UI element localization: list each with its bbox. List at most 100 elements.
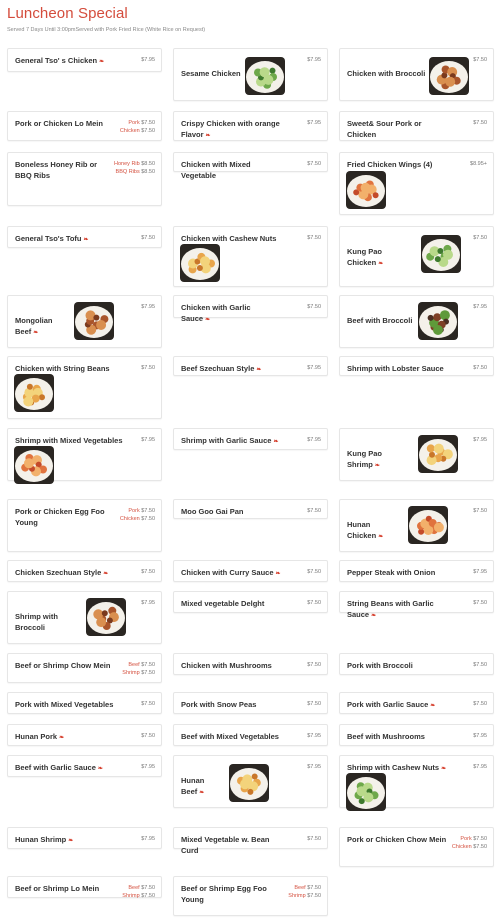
menu-item-pork-mixed-vegetables[interactable]: Pork with Mixed Vegetables $7.50: [7, 692, 162, 714]
menu-item-chicken-mushrooms[interactable]: Chicken with Mushrooms $7.50: [173, 653, 328, 675]
item-name-text: Chicken with Mushrooms: [181, 661, 272, 670]
pepper-icon: ❧: [273, 439, 279, 445]
price-label: Pork: [128, 120, 140, 126]
menu-item-pork-with-broccoli[interactable]: Pork with Broccoli $7.50: [339, 653, 494, 675]
menu-item-shrimp-lobster-sauce[interactable]: Shrimp with Lobster Sauce $7.50: [339, 356, 494, 376]
price-line: $7.95: [473, 437, 487, 445]
menu-item-beef-with-broccoli[interactable]: Beef with Broccoli $7.95: [339, 295, 494, 348]
menu-item-chicken-szechuan[interactable]: Chicken Szechuan Style ❧ $7.50: [7, 560, 162, 582]
pepper-icon: ❧: [103, 571, 109, 577]
pepper-icon: ❧: [99, 59, 105, 65]
menu-item-general-tsos-tofu[interactable]: General Tso's Tofu ❧ $7.50: [7, 226, 162, 248]
price-value: $7.50: [307, 701, 321, 707]
menu-item-string-beans-garlic[interactable]: String Beans with Garlic Sauce ❧ $7.50: [339, 591, 494, 619]
price-value: $7.95: [141, 57, 155, 63]
price-value: $7.50: [307, 569, 321, 575]
price-line: $7.50: [307, 304, 321, 312]
item-name-text: Hunan Shrimp: [15, 835, 67, 844]
price-value: $7.95: [141, 437, 155, 443]
menu-item-chicken-mixed-vegetable[interactable]: Chicken with Mixed Vegetable $7.50: [173, 152, 328, 180]
menu-item-mongolian-beef[interactable]: Mongolian Beef ❧ $7.95: [7, 295, 162, 348]
item-name-text: Chicken Szechuan Style: [15, 568, 102, 577]
menu-item-mixed-vegetable-bean-curd[interactable]: Mixed Vegetable w. Bean Curd $7.50: [173, 827, 328, 855]
menu-item-general-tsos-chicken[interactable]: General Tso' s Chicken ❧ $7.95: [7, 48, 162, 72]
item-name: Beef or Shrimp Lo Mein: [15, 884, 115, 895]
item-name: Kung Pao Chicken ❧: [347, 247, 418, 269]
menu-item-hunan-chicken[interactable]: Hunan Chicken ❧ $7.50: [339, 499, 494, 552]
menu-item-shrimp-with-broccoli[interactable]: Shrimp with Broccoli $7.95: [7, 591, 162, 644]
item-name-text: Fried Chicken Wings (4): [347, 160, 433, 169]
menu-item-pork-or-chicken-lo-mein[interactable]: Pork or Chicken Lo Mein Pork $7.50 Chicken…: [7, 111, 162, 141]
item-name: Shrimp with Garlic Sauce ❧: [181, 436, 281, 448]
item-name-text: Pork or Chicken Chow Mein: [347, 835, 447, 844]
menu-item-chicken-with-broccoli[interactable]: Chicken with Broccoli $7.50: [339, 48, 494, 101]
dish-photo: [14, 446, 54, 484]
item-name-text: Chicken with Broccoli: [347, 69, 426, 78]
item-price: $7.95: [473, 569, 487, 577]
menu-item-shrimp-mixed-vegetables[interactable]: Shrimp with Mixed Vegetables $7.95: [7, 428, 162, 484]
menu-item-pork-chicken-chow-mein[interactable]: Pork or Chicken Chow Mein Pork $7.50 Chick…: [339, 827, 494, 867]
item-name: Pork with Garlic Sauce ❧: [347, 700, 447, 712]
menu-item-beef-shrimp-lo-mein[interactable]: Beef or Shrimp Lo Mein Beef $7.50 Shrimp $…: [7, 876, 162, 899]
price-line: $7.50: [141, 365, 155, 373]
menu-item-pork-snow-peas[interactable]: Pork with Snow Peas $7.50: [173, 692, 328, 714]
menu-item-sesame-chicken[interactable]: Sesame Chicken $7.95: [173, 48, 328, 101]
menu-item-chicken-garlic-sauce[interactable]: Chicken with Garlic Sauce ❧ $7.50: [173, 295, 328, 323]
item-price: $7.95: [141, 764, 155, 772]
menu-item-beef-mixed-vegetables[interactable]: Beef with Mixed Vegetables $7.95: [173, 724, 328, 746]
price-value: $8.95+: [470, 161, 487, 167]
menu-item-kung-pao-shrimp[interactable]: Kung Pao Shrimp ❧ $7.95: [339, 428, 494, 481]
item-name: Pork with Mixed Vegetables: [15, 700, 115, 711]
price-value: $7.95: [307, 120, 321, 126]
price-line: $7.50: [473, 120, 487, 128]
menu-item-hunan-shrimp[interactable]: Hunan Shrimp ❧ $7.95: [7, 827, 162, 849]
menu-item-hunan-beef[interactable]: Hunan Beef ❧ $7.95: [173, 755, 328, 808]
menu-item-hunan-pork[interactable]: Hunan Pork ❧ $7.50: [7, 724, 162, 746]
menu-item-egg-foo-young[interactable]: Pork or Chicken Egg Foo Young Pork $7.50 C…: [7, 499, 162, 552]
menu-item-pork-garlic-sauce[interactable]: Pork with Garlic Sauce ❧ $7.50: [339, 692, 494, 714]
pepper-icon: ❧: [83, 237, 89, 243]
menu-item-kung-pao-chicken[interactable]: Kung Pao Chicken ❧ $7.50: [339, 226, 494, 287]
price-line: $7.50: [307, 235, 321, 243]
item-price: $7.50: [307, 600, 321, 608]
price-value: $7.50: [141, 127, 155, 134]
menu-item-fried-chicken-wings[interactable]: Fried Chicken Wings (4) $8.95+: [339, 152, 494, 215]
item-name: Mixed Vegetable w. Bean Curd: [181, 835, 281, 856]
menu-item-mixed-vegetable-delight[interactable]: Mixed vegetable Delght $7.50: [173, 591, 328, 613]
price-line: $7.50: [307, 569, 321, 577]
menu-item-shrimp-cashew-nuts[interactable]: Shrimp with Cashew Nuts ❧ $7.95: [339, 755, 494, 811]
item-price: $7.50: [307, 662, 321, 670]
price-value: $7.50: [307, 836, 321, 842]
pepper-icon: ❧: [378, 260, 384, 267]
price-line: $7.95: [307, 437, 321, 445]
menu-item-boneless-honey-rib[interactable]: Boneless Honey Rib or BBQ Ribs Honey Rib …: [7, 152, 162, 206]
menu-item-sweet-sour-pork-chicken[interactable]: Sweet& Sour Pork or Chicken $7.50: [339, 111, 494, 141]
menu-item-beef-szechuan[interactable]: Beef Szechuan Style ❧ $7.95: [173, 356, 328, 376]
menu-item-moo-goo-gai-pan[interactable]: Moo Goo Gai Pan $7.50: [173, 499, 328, 519]
item-name-text: Mixed Vegetable w. Bean Curd: [181, 835, 270, 855]
menu-item-chicken-cashew-nuts[interactable]: Chicken with Cashew Nuts $7.50: [173, 226, 328, 287]
price-label: Beef: [128, 885, 140, 891]
price-line: $7.50: [473, 235, 487, 243]
menu-item-chicken-string-beans[interactable]: Chicken with String Beans $7.50: [7, 356, 162, 419]
menu-item-beef-garlic-sauce[interactable]: Beef with Garlic Sauce ❧ $7.95: [7, 755, 162, 777]
menu-item-beef-mushrooms[interactable]: Beef with Mushrooms $7.95: [339, 724, 494, 746]
price-line: $7.50: [473, 662, 487, 670]
item-name-text: Beef or Shrimp Lo Mein: [15, 884, 100, 893]
menu-item-chow-mein[interactable]: Beef or Shrimp Chow Mein Beef $7.50 Shrimp…: [7, 653, 162, 683]
price-line: $7.50: [141, 701, 155, 709]
price-line: $7.50: [307, 836, 321, 844]
item-price: $7.50: [307, 701, 321, 709]
menu-item-beef-shrimp-egg-foo-young[interactable]: Beef or Shrimp Egg Foo Young Beef $7.50 Sh…: [173, 876, 328, 916]
menu-item-crispy-chicken-orange[interactable]: Crispy Chicken with orange Flavor ❧ $7.95: [173, 111, 328, 141]
item-price: $8.95+: [470, 161, 487, 169]
menu-item-chicken-curry-sauce[interactable]: Chicken with Curry Sauce ❧ $7.50: [173, 560, 328, 582]
pepper-icon: ❧: [430, 703, 436, 709]
menu-item-shrimp-garlic-sauce[interactable]: Shrimp with Garlic Sauce ❧ $7.95: [173, 428, 328, 450]
menu-item-pepper-steak-onion[interactable]: Pepper Steak with Onion $7.95: [339, 560, 494, 582]
item-name-text: General Tso's Tofu: [15, 234, 82, 243]
item-name: Pork with Broccoli: [347, 661, 447, 672]
item-name: Chicken with Garlic Sauce ❧: [181, 303, 281, 325]
price-line: Pork $7.50: [452, 836, 487, 844]
price-line: $7.50: [473, 365, 487, 373]
